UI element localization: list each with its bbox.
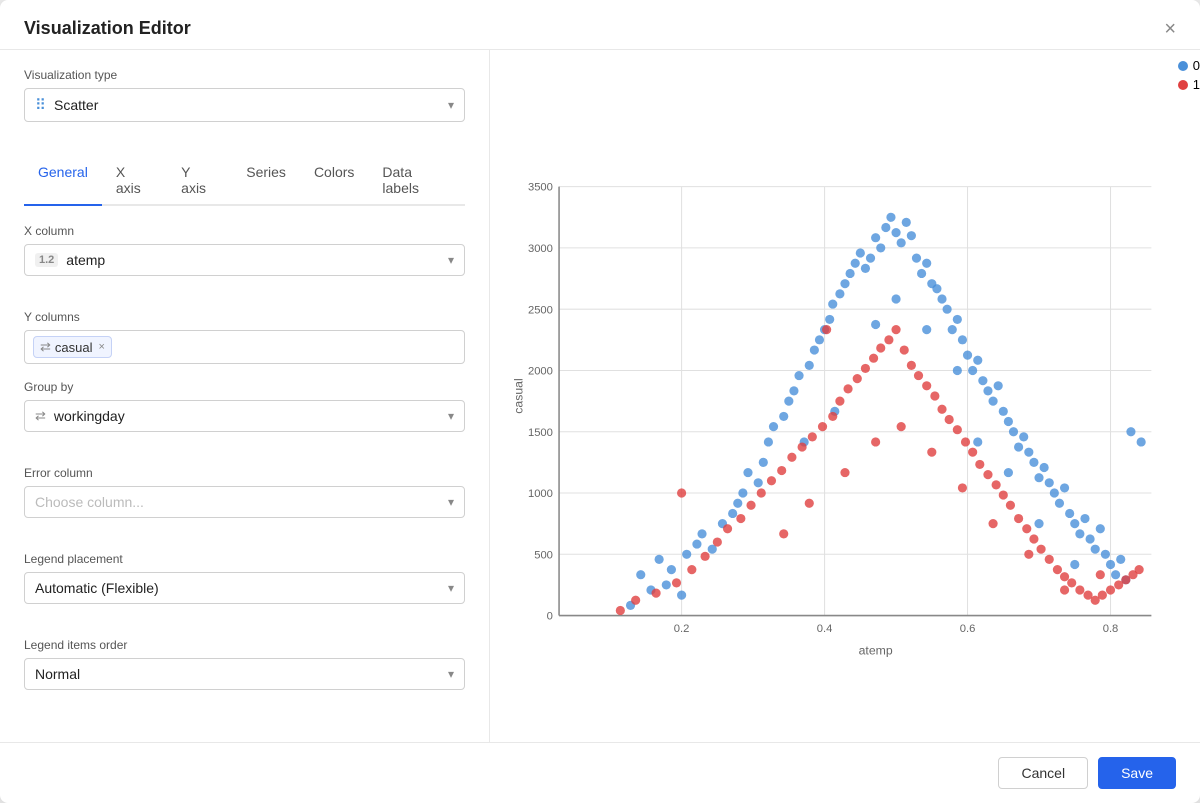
chevron-down-icon: ▾ [448,667,454,681]
modal-header: Visualization Editor × [0,0,1200,50]
left-panel: Visualization type ⠿ Scatter ▾ General X… [0,50,490,742]
group-by-section: Group by ⇄ workingday ▾ [24,380,465,450]
error-column-select[interactable]: Choose column... ▾ [24,486,465,518]
viz-type-section: Visualization type ⠿ Scatter ▾ [24,68,465,140]
x-column-select[interactable]: 1.2 atemp ▾ [24,244,465,276]
error-column-section: Error column Choose column... ▾ [24,466,465,536]
legend-placement-select[interactable]: Automatic (Flexible) ▾ [24,572,465,604]
group-by-label: Group by [24,380,465,394]
modal-footer: Cancel Save [0,742,1200,803]
x-column-type-icon: 1.2 [35,253,58,267]
legend-label-0: 0 [1193,58,1200,73]
x-column-section: X column 1.2 atemp ▾ [24,224,465,294]
svg-text:0.4: 0.4 [817,623,833,635]
y-columns-section: Y columns ⇄ casual × [24,310,465,364]
chevron-down-icon: ▾ [448,495,454,509]
svg-text:0.2: 0.2 [674,623,690,635]
chevron-down-icon: ▾ [448,409,454,423]
viz-type-select[interactable]: ⠿ Scatter ▾ [24,88,465,122]
modal-body: Visualization type ⠿ Scatter ▾ General X… [0,50,1200,742]
group-by-select[interactable]: ⇄ workingday ▾ [24,400,465,432]
tab-general[interactable]: General [24,156,102,206]
legend-placement-select-row: Automatic (Flexible) ▾ [24,572,465,604]
tag-remove-button[interactable]: × [98,341,104,353]
group-by-select-row: ⇄ workingday ▾ [24,400,465,432]
chart-area: casual atemp [508,66,1182,726]
tab-yaxis[interactable]: Y axis [167,156,232,206]
y-column-tag: ⇄ casual × [33,336,112,358]
scatter-icon: ⠿ [35,96,46,114]
legend-order-section: Legend items order Normal ▾ [24,638,465,708]
tab-xaxis[interactable]: X axis [102,156,167,206]
tab-series[interactable]: Series [232,156,300,206]
y-column-type-icon: ⇄ [40,339,51,355]
legend-label-1: 1 [1193,77,1200,92]
svg-text:0.8: 0.8 [1103,623,1119,635]
svg-text:3000: 3000 [528,243,553,255]
x-column-value: atemp [66,252,105,268]
legend-placement-section: Legend placement Automatic (Flexible) ▾ [24,552,465,622]
error-column-label: Error column [24,466,465,480]
chevron-down-icon: ▾ [448,253,454,267]
visualization-editor-modal: Visualization Editor × Visualization typ… [0,0,1200,803]
cancel-button[interactable]: Cancel [998,757,1088,789]
close-button[interactable]: × [1164,19,1176,39]
viz-type-select-row: ⠿ Scatter ▾ [24,88,465,122]
x-column-label: X column [24,224,465,238]
legend-placement-value: Automatic (Flexible) [35,580,159,596]
svg-text:1000: 1000 [528,488,553,500]
svg-text:3500: 3500 [528,182,553,194]
svg-text:2000: 2000 [528,366,553,378]
tabs-bar: General X axis Y axis Series Colors Data… [24,156,465,206]
y-columns-label: Y columns [24,310,465,324]
save-button[interactable]: Save [1098,757,1176,789]
chart-plot-area: 0 500 1000 1500 2000 2500 3000 3500 0.2 … [528,182,1151,635]
svg-text:2500: 2500 [528,304,553,316]
group-by-type-icon: ⇄ [35,408,46,424]
chevron-down-icon: ▾ [448,581,454,595]
modal-title: Visualization Editor [24,18,191,39]
viz-type-value: Scatter [54,97,98,113]
x-axis-label: atemp [859,643,893,657]
chevron-down-icon: ▾ [448,98,454,112]
viz-type-label: Visualization type [24,68,465,82]
y-columns-input[interactable]: ⇄ casual × [24,330,465,364]
x-column-select-row: 1.2 atemp ▾ [24,244,465,276]
error-column-placeholder: Choose column... [35,494,144,510]
scatter-plot: casual atemp [508,66,1182,726]
legend-order-label: Legend items order [24,638,465,652]
error-column-select-row: Choose column... ▾ [24,486,465,518]
group-by-value: workingday [54,408,125,424]
svg-text:500: 500 [534,549,553,561]
y-column-tag-label: casual [55,340,93,355]
svg-text:0.6: 0.6 [960,623,976,635]
tab-datalabels[interactable]: Data labels [368,156,465,206]
legend-order-value: Normal [35,666,80,682]
y-axis-label: casual [511,378,525,413]
tab-colors[interactable]: Colors [300,156,368,206]
right-panel: 0 1 casual atemp [490,50,1200,742]
legend-placement-label: Legend placement [24,552,465,566]
svg-text:0: 0 [547,611,553,623]
svg-text:1500: 1500 [528,427,553,439]
